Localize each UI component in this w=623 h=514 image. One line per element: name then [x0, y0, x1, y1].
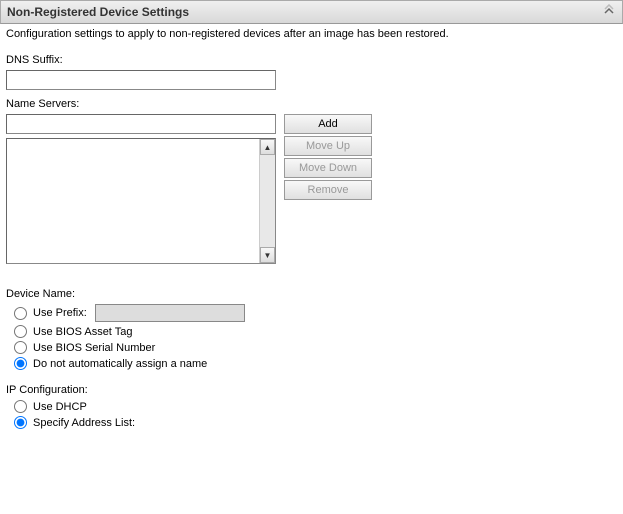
radio-bios-asset-label[interactable]: Use BIOS Asset Tag: [33, 326, 132, 338]
radio-dhcp-row: Use DHCP: [14, 400, 617, 413]
dns-suffix-input[interactable]: [6, 70, 276, 90]
name-servers-left: ▲ ▼: [6, 114, 276, 264]
radio-specify-list[interactable]: [14, 416, 27, 429]
listbox-content[interactable]: [7, 139, 259, 263]
radio-specify-list-label[interactable]: Specify Address List:: [33, 417, 135, 429]
device-name-section: Device Name: Use Prefix: Use BIOS Asset …: [6, 288, 617, 370]
move-down-button[interactable]: Move Down: [284, 158, 372, 178]
collapse-icon[interactable]: [602, 4, 616, 20]
radio-bios-serial[interactable]: [14, 341, 27, 354]
name-servers-label: Name Servers:: [6, 98, 617, 110]
radio-bios-serial-label[interactable]: Use BIOS Serial Number: [33, 342, 155, 354]
move-up-button[interactable]: Move Up: [284, 136, 372, 156]
name-servers-row: ▲ ▼ Add Move Up Move Down Remove: [6, 114, 617, 264]
radio-use-prefix[interactable]: [14, 307, 27, 320]
add-button[interactable]: Add: [284, 114, 372, 134]
radio-use-prefix-label[interactable]: Use Prefix:: [33, 307, 87, 319]
description-text: Configuration settings to apply to non-r…: [6, 28, 617, 40]
panel-body: Configuration settings to apply to non-r…: [0, 24, 623, 442]
radio-specify-list-row: Specify Address List:: [14, 416, 617, 429]
radio-no-auto[interactable]: [14, 357, 27, 370]
radio-use-dhcp-label[interactable]: Use DHCP: [33, 401, 87, 413]
name-servers-buttons: Add Move Up Move Down Remove: [284, 114, 372, 200]
scroll-down-button[interactable]: ▼: [260, 247, 275, 263]
ip-config-section: IP Configuration: Use DHCP Specify Addre…: [6, 384, 617, 429]
radio-no-auto-label[interactable]: Do not automatically assign a name: [33, 358, 207, 370]
radio-bios-asset-row: Use BIOS Asset Tag: [14, 325, 617, 338]
radio-no-auto-row: Do not automatically assign a name: [14, 357, 617, 370]
radio-bios-asset[interactable]: [14, 325, 27, 338]
scroll-up-button[interactable]: ▲: [260, 139, 275, 155]
radio-bios-serial-row: Use BIOS Serial Number: [14, 341, 617, 354]
dns-suffix-label: DNS Suffix:: [6, 54, 617, 66]
name-servers-listbox[interactable]: ▲ ▼: [6, 138, 276, 264]
device-name-label: Device Name:: [6, 288, 617, 300]
radio-use-prefix-row: Use Prefix:: [14, 304, 617, 322]
remove-button[interactable]: Remove: [284, 180, 372, 200]
scrollbar: ▲ ▼: [259, 139, 275, 263]
radio-use-dhcp[interactable]: [14, 400, 27, 413]
panel-header: Non-Registered Device Settings: [0, 0, 623, 24]
prefix-input: [95, 304, 245, 322]
ip-config-label: IP Configuration:: [6, 384, 617, 396]
name-server-input[interactable]: [6, 114, 276, 134]
panel-title: Non-Registered Device Settings: [7, 5, 189, 19]
